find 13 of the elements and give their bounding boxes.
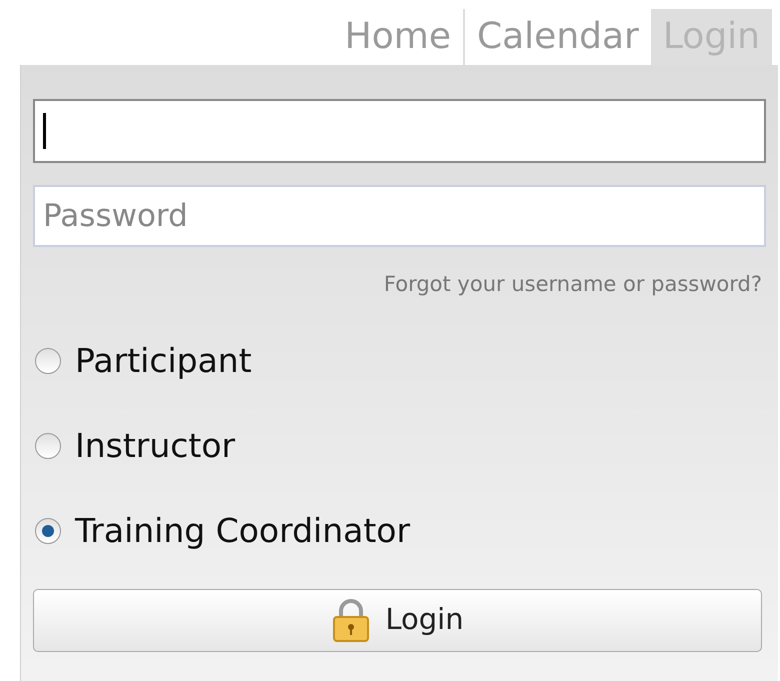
radio-button[interactable] <box>35 432 61 458</box>
role-label: Training Coordinator <box>75 510 410 550</box>
radio-button[interactable] <box>35 518 61 544</box>
input-field[interactable]: Password <box>33 185 766 247</box>
padlock-icon <box>331 598 372 642</box>
login-button[interactable]: Login <box>33 588 762 652</box>
role-label: Participant <box>75 340 252 380</box>
radio-button[interactable] <box>35 348 61 374</box>
forgot-credentials-link[interactable]: Forgot your username or password? <box>384 269 762 300</box>
nav-tab[interactable]: Calendar <box>464 9 651 65</box>
role-label: Instructor <box>75 426 236 466</box>
input-field[interactable] <box>33 99 766 163</box>
text-cursor <box>43 113 46 149</box>
